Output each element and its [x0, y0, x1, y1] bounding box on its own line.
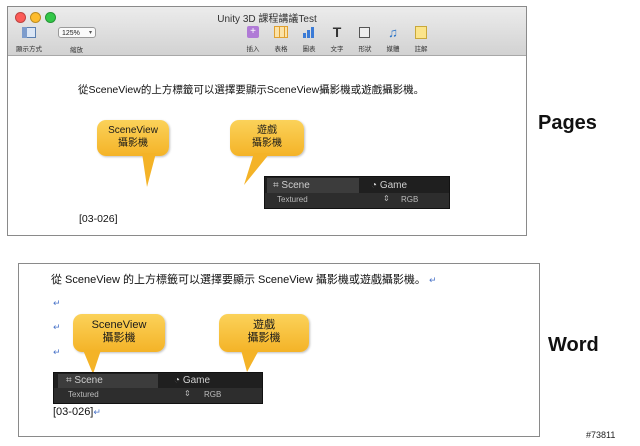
- word-label: Word: [548, 334, 599, 356]
- tab-scene[interactable]: ⌗ Scene: [58, 374, 158, 388]
- watermark: #73811: [586, 430, 616, 440]
- zoom-label: 縮放: [70, 47, 83, 54]
- tab-game[interactable]: ◔ Game: [166, 374, 258, 388]
- paragraph-mark-icon: ↵: [93, 407, 101, 417]
- grid-icon: ⌗: [273, 180, 279, 191]
- tab-game[interactable]: ◔ Game: [365, 178, 445, 193]
- chart-icon: [301, 26, 317, 40]
- textured-dropdown[interactable]: Textured: [277, 195, 308, 204]
- pacman-icon: ◔: [174, 375, 181, 386]
- insert-button[interactable]: + 插入: [238, 26, 268, 53]
- insert-label: 插入: [246, 46, 260, 53]
- callout-text: 攝影機: [247, 332, 281, 344]
- callout-text: 遊戲: [257, 125, 277, 136]
- pages-label: Pages: [538, 112, 597, 134]
- paragraph-mark-icon: ↵: [53, 298, 61, 308]
- chart-label: 圖表: [302, 46, 316, 53]
- shape-label: 形狀: [358, 46, 372, 53]
- callout-text: 遊戲: [253, 319, 275, 331]
- zoom-value: 125%: [62, 30, 80, 37]
- unity-view-tabs: ⌗ Scene ◔ Game Textured ⇕ RGB: [264, 176, 450, 209]
- callout-pointer: [142, 153, 156, 187]
- tab-label: Game: [182, 375, 211, 386]
- callout-text: SceneView: [108, 125, 158, 136]
- callout-sceneview: SceneView 攝影機: [73, 314, 165, 352]
- chevron-down-icon: ▾: [88, 30, 92, 36]
- pages-window: Unity 3D 課程講議Test 顯示方式 125% ▾ 縮放 + 插入 表格…: [7, 6, 527, 236]
- media-label: 媒體: [386, 46, 400, 53]
- tab-label: Scene: [281, 180, 310, 191]
- table-label: 表格: [274, 46, 288, 53]
- view-label: 顯示方式: [16, 46, 42, 53]
- callout-text: 攝影機: [118, 138, 148, 149]
- pages-titlebar: Unity 3D 課程講議Test 顯示方式 125% ▾ 縮放 + 插入 表格…: [8, 7, 526, 56]
- shape-button[interactable]: 形狀: [350, 26, 380, 53]
- figure-ref: [03-026]: [53, 406, 94, 418]
- tab-scene[interactable]: ⌗ Scene: [267, 178, 359, 193]
- paragraph-mark-icon: ↵: [53, 347, 61, 357]
- paragraph-mark-icon: ↵: [53, 322, 61, 332]
- callout-game: 遊戲 攝影機: [219, 314, 309, 352]
- tab-label: Game: [379, 180, 408, 191]
- paragraph-mark-icon: ↵: [428, 275, 437, 285]
- comment-label: 註解: [414, 46, 428, 53]
- rgb-dropdown[interactable]: RGB: [204, 390, 221, 399]
- window-title: Unity 3D 課程講議Test: [217, 14, 317, 25]
- pages-body-text: 從SceneView的上方標籤可以選擇要顯示SceneView攝影機或遊戲攝影機…: [78, 84, 425, 96]
- word-body-text: 從 SceneView 的上方標籤可以選擇要顯示 SceneView 攝影機或遊…: [51, 274, 426, 286]
- text-label: 文字: [330, 46, 344, 53]
- table-icon: [273, 26, 289, 40]
- textured-dropdown[interactable]: Textured: [68, 390, 99, 399]
- callout-text: 攝影機: [102, 332, 136, 344]
- rgb-dropdown[interactable]: RGB: [401, 195, 418, 204]
- figure-ref: [03-026]: [79, 213, 118, 225]
- text-icon: T: [332, 24, 342, 40]
- figure-ref-line: [03-026]↵: [53, 406, 101, 418]
- word-window: 從 SceneView 的上方標籤可以選擇要顯示 SceneView 攝影機或遊…: [18, 263, 540, 437]
- insert-icon: +: [245, 26, 261, 40]
- chart-button[interactable]: 圖表: [294, 26, 324, 53]
- music-note-icon: ♫: [388, 25, 398, 40]
- word-body-text: 從 SceneView 的上方標籤可以選擇要顯示 SceneView 攝影機或遊…: [51, 271, 437, 287]
- unity-view-tabs: ⌗ Scene ◔ Game Textured ⇕ RGB: [53, 372, 263, 404]
- comment-icon: [413, 26, 429, 40]
- callout-game: 遊戲 攝影機: [230, 120, 304, 156]
- pacman-icon: ◔: [371, 180, 378, 191]
- zoom-select[interactable]: 125% ▾: [58, 27, 96, 38]
- dropdown-arrow-icon: ⇕: [383, 194, 390, 203]
- shape-icon: [357, 26, 373, 40]
- tab-label: Scene: [74, 375, 103, 386]
- view-icon: [21, 26, 37, 40]
- media-button[interactable]: ♫ 媒體: [378, 26, 408, 53]
- callout-sceneview: SceneView 攝影機: [97, 120, 169, 156]
- grid-icon: ⌗: [66, 375, 72, 386]
- dropdown-arrow-icon: ⇕: [184, 389, 191, 398]
- callout-text: SceneView: [91, 319, 147, 331]
- text-button[interactable]: T 文字: [322, 24, 352, 53]
- comment-button[interactable]: 註解: [406, 26, 436, 53]
- callout-text: 攝影機: [252, 138, 282, 149]
- table-button[interactable]: 表格: [266, 26, 296, 53]
- view-button[interactable]: 顯示方式: [14, 26, 44, 53]
